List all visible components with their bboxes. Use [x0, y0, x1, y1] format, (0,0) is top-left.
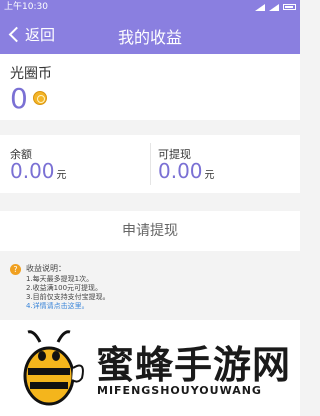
- balance-withdrawable: 可提现 0.00 元: [150, 135, 300, 193]
- coin-icon: [33, 91, 47, 105]
- details-link[interactable]: 4.详情请点击这里。: [26, 301, 89, 311]
- battery-icon: [283, 4, 296, 10]
- withdrawable-value-row: 0.00 元: [158, 159, 215, 183]
- coin-label: 光圈币: [10, 66, 52, 82]
- watermark: 蜜蜂手游网 MIFENGSHOUYOUWANG: [0, 320, 300, 416]
- watermark-text-cn: 蜜蜂手游网: [96, 343, 292, 387]
- status-time: 上午10:30: [4, 2, 48, 12]
- help-icon: ?: [10, 264, 21, 275]
- watermark-text-en: MIFENGSHOUYOUWANG: [97, 384, 262, 397]
- balance-section: 余额 0.00 元 可提现 0.00 元: [0, 135, 300, 193]
- balance-unit: 元: [56, 170, 67, 181]
- bee-logo-icon: [23, 330, 84, 406]
- wifi-icon: [255, 3, 265, 11]
- balance-total: 余额 0.00 元: [0, 135, 150, 193]
- withdrawable-unit: 元: [204, 170, 215, 181]
- signal-icon: [269, 3, 279, 11]
- nav-bar: 返回 我的收益: [0, 14, 300, 54]
- withdrawable-value: 0.00: [158, 159, 203, 183]
- status-bar: 上午10:30: [0, 0, 300, 14]
- coin-value: 0: [10, 82, 28, 115]
- balance-value: 0.00: [10, 159, 55, 183]
- notes-title: 收益说明：: [26, 264, 66, 273]
- coin-section: 光圈币 0: [0, 54, 300, 120]
- withdraw-button[interactable]: 申请提现: [0, 211, 300, 251]
- page-title: 我的收益: [117, 28, 182, 47]
- status-icons: [255, 0, 296, 14]
- balance-value-row: 0.00 元: [10, 159, 67, 183]
